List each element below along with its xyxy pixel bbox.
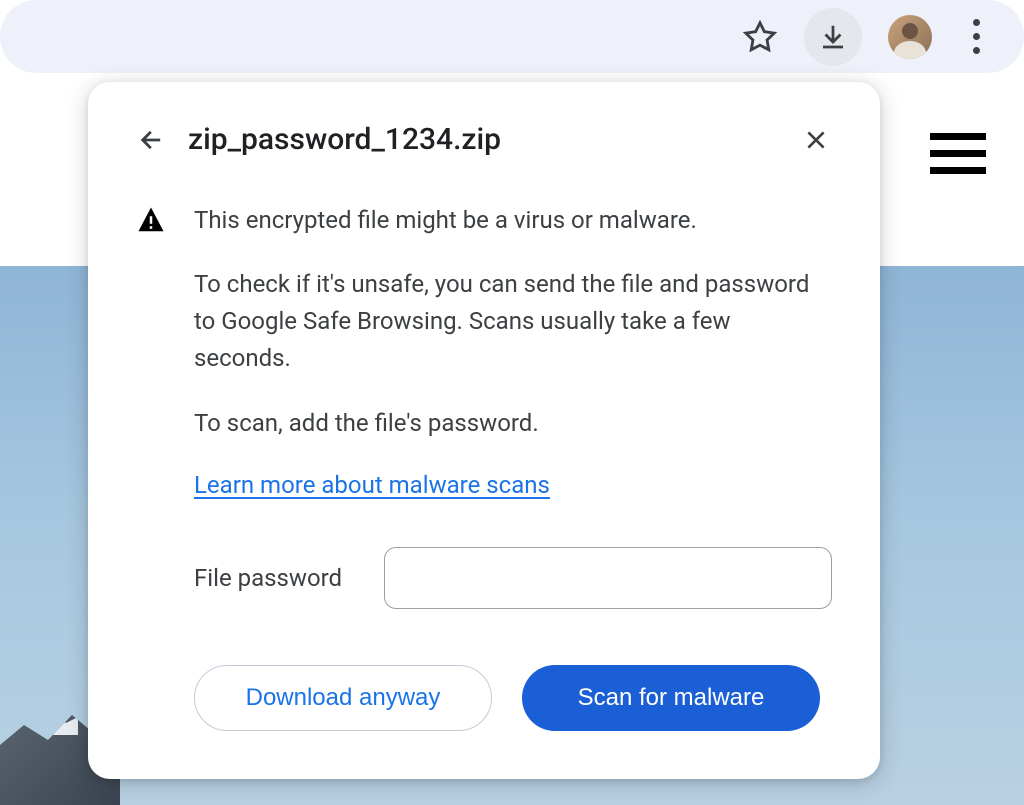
hamburger-menu-icon[interactable] [930,133,986,174]
profile-avatar[interactable] [888,15,932,59]
password-row: File password [194,547,832,609]
downloads-icon[interactable] [804,8,862,66]
warning-triangle-icon [136,205,166,235]
browser-toolbar [0,0,1024,73]
warning-row: This encrypted file might be a virus or … [136,203,832,238]
popup-header: zip_password_1234.zip [136,122,832,157]
learn-more-link[interactable]: Learn more about malware scans [194,471,550,499]
info-paragraph-2: To scan, add the file's password. [194,405,832,442]
download-warning-popup: zip_password_1234.zip This encrypted fil… [88,82,880,779]
password-label: File password [194,564,384,592]
download-anyway-button[interactable]: Download anyway [194,665,492,731]
close-icon[interactable] [800,124,832,156]
info-paragraph-1: To check if it's unsafe, you can send th… [194,266,832,378]
back-arrow-icon[interactable] [136,124,168,156]
warning-heading: This encrypted file might be a virus or … [194,203,697,238]
kebab-menu-icon[interactable] [958,19,994,55]
popup-body: This encrypted file might be a virus or … [136,203,832,731]
button-row: Download anyway Scan for malware [194,665,832,731]
scan-for-malware-button[interactable]: Scan for malware [522,665,820,731]
file-password-input[interactable] [384,547,832,609]
popup-filename: zip_password_1234.zip [188,122,800,157]
bookmark-star-icon[interactable] [742,19,778,55]
